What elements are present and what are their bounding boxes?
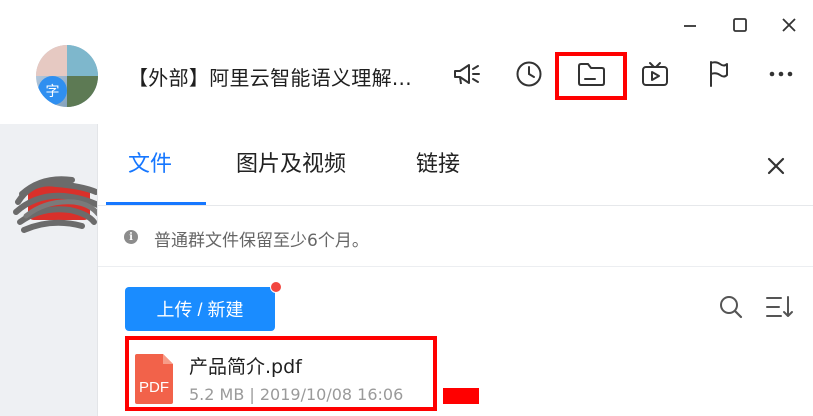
file-list-item[interactable]: PDF 产品简介.pdf 5.2 MB | 2019/10/08 16:06: [125, 336, 785, 416]
search-icon[interactable]: [718, 294, 744, 320]
tv-icon[interactable]: [637, 56, 673, 92]
clock-icon[interactable]: [511, 56, 547, 92]
tab-files[interactable]: 文件: [128, 146, 172, 178]
active-tab-indicator: [106, 202, 206, 205]
upload-new-button[interactable]: 上传 / 新建: [125, 287, 275, 331]
pdf-icon-label: PDF: [139, 379, 169, 396]
redaction-bar: [443, 388, 479, 404]
tab-links[interactable]: 链接: [416, 146, 460, 178]
pdf-file-icon: PDF: [135, 354, 173, 404]
file-meta: 5.2 MB | 2019/10/08 16:06: [189, 385, 404, 404]
retention-notice: i 普通群文件保留至少6个月。: [98, 207, 813, 267]
folder-highlight-box: [555, 52, 627, 100]
group-title[interactable]: 【外部】阿里云智能语义理解...: [128, 62, 412, 91]
megaphone-icon[interactable]: [449, 56, 485, 92]
flag-icon[interactable]: [700, 56, 736, 92]
app-window: 字 【外部】阿里云智能语义理解... 文件 图片及视频 链接 i 普通群文件保留…: [0, 0, 813, 416]
tab-images-videos[interactable]: 图片及视频: [236, 146, 346, 178]
notice-text: 普通群文件保留至少6个月。: [154, 231, 369, 251]
panel-tabs: 文件 图片及视频 链接: [98, 124, 813, 206]
info-icon: i: [124, 230, 138, 244]
sort-icon[interactable]: [764, 294, 794, 320]
avatar[interactable]: 字: [36, 45, 98, 107]
file-name[interactable]: 产品简介.pdf: [189, 352, 302, 379]
avatar-badge: 字: [38, 76, 67, 105]
file-panel: 文件 图片及视频 链接 i 普通群文件保留至少6个月。 上传 / 新建 PDF …: [97, 124, 813, 416]
notification-dot: [270, 281, 282, 293]
panel-close-icon[interactable]: [764, 154, 788, 178]
minimize-icon[interactable]: [678, 14, 702, 36]
chat-background: [0, 124, 97, 416]
redaction-scribble: [13, 176, 103, 233]
close-icon[interactable]: [777, 14, 801, 36]
more-icon[interactable]: [763, 56, 799, 92]
maximize-icon[interactable]: [728, 14, 752, 36]
